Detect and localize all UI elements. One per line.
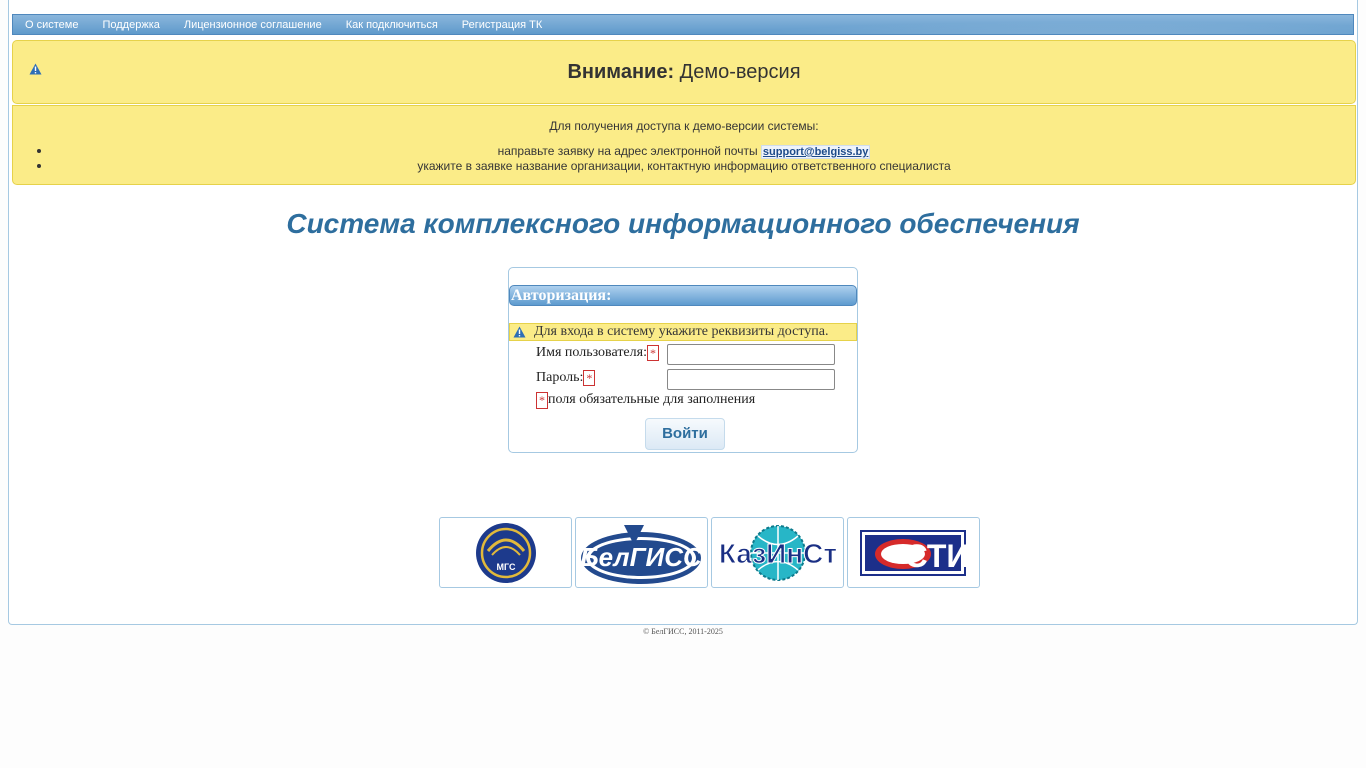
- demo-warning-banner: Внимание: Демо-версия: [12, 40, 1356, 104]
- logo-card-belgiss[interactable]: БелГИСС: [575, 517, 708, 588]
- password-label-text: Пароль:: [536, 370, 584, 385]
- username-label: Имя пользователя: *: [536, 345, 659, 361]
- sti-logo: СТИ: [859, 529, 969, 576]
- required-mark: *: [646, 345, 659, 361]
- logo-card-sti[interactable]: СТИ: [847, 517, 980, 588]
- list-item: укажите в заявке название организации, к…: [13, 159, 1355, 173]
- info-heading: Для получения доступа к демо-версии сист…: [549, 119, 819, 133]
- password-input[interactable]: [667, 369, 835, 390]
- required-fields-note: * поля обязательные для заполнения: [536, 392, 755, 409]
- password-label: Пароль: *: [536, 370, 596, 386]
- required-mark: *: [536, 392, 548, 409]
- logo-card-kazinst[interactable]: КазИнСт: [711, 517, 844, 588]
- belgiss-logo: БелГИСС: [580, 524, 703, 584]
- page-title: Система комплексного информационного обе…: [286, 208, 1080, 239]
- auth-notice-text: Для входа в систему укажите реквизиты до…: [534, 324, 829, 339]
- nav-item-license[interactable]: Лицензионное соглашение: [184, 19, 322, 31]
- required-mark: *: [583, 370, 596, 386]
- logo-label-kazinst: КазИнСт: [718, 538, 836, 569]
- warning-label: Внимание:: [567, 61, 675, 83]
- top-navigation: О системе Поддержка Лицензионное соглаше…: [12, 14, 1354, 35]
- list-item: направьте заявку на адрес электронной по…: [13, 144, 1355, 159]
- partner-logos: МГС БелГИСС КазИнСт СТИ: [439, 517, 980, 588]
- required-note-text: поля обязательные для заполнения: [548, 392, 756, 407]
- kazinst-logo: КазИнСт: [718, 524, 837, 581]
- username-input[interactable]: [667, 344, 835, 365]
- support-email-link[interactable]: support@belgiss.by: [760, 145, 871, 159]
- info-item-email-text: направьте заявку на адрес электронной по…: [497, 144, 758, 158]
- auth-notice: Для входа в систему укажите реквизиты до…: [509, 323, 857, 341]
- auth-panel: Авторизация: Для входа в систему укажите…: [508, 267, 858, 453]
- login-button[interactable]: Войти: [645, 418, 725, 450]
- footer-copyright: © БелГИСС, 2011-2025: [643, 627, 723, 636]
- logo-label-mgs: МГС: [496, 562, 515, 572]
- demo-access-info: Для получения доступа к демо-версии сист…: [12, 105, 1356, 185]
- nav-item-about[interactable]: О системе: [25, 19, 78, 31]
- mgs-logo: МГС: [475, 522, 536, 583]
- logo-label-sti: СТИ: [904, 538, 968, 574]
- main-container: О системе Поддержка Лицензионное соглаше…: [8, 0, 1358, 625]
- demo-warning-title: Внимание: Демо-версия: [13, 61, 1355, 84]
- info-list: направьте заявку на адрес электронной по…: [13, 144, 1355, 173]
- nav-item-register-tk[interactable]: Регистрация ТК: [462, 19, 543, 31]
- nav-item-support[interactable]: Поддержка: [102, 19, 159, 31]
- logo-label-belgiss: БелГИСС: [580, 542, 703, 572]
- warning-icon: [513, 326, 526, 338]
- auth-header: Авторизация:: [509, 285, 857, 306]
- username-label-text: Имя пользователя:: [536, 345, 647, 360]
- logo-card-mgs[interactable]: МГС: [439, 517, 572, 588]
- warning-text: Демо-версия: [679, 61, 801, 83]
- nav-item-how-to-connect[interactable]: Как подключиться: [346, 19, 438, 31]
- info-item-details-text: укажите в заявке название организации, к…: [417, 159, 951, 173]
